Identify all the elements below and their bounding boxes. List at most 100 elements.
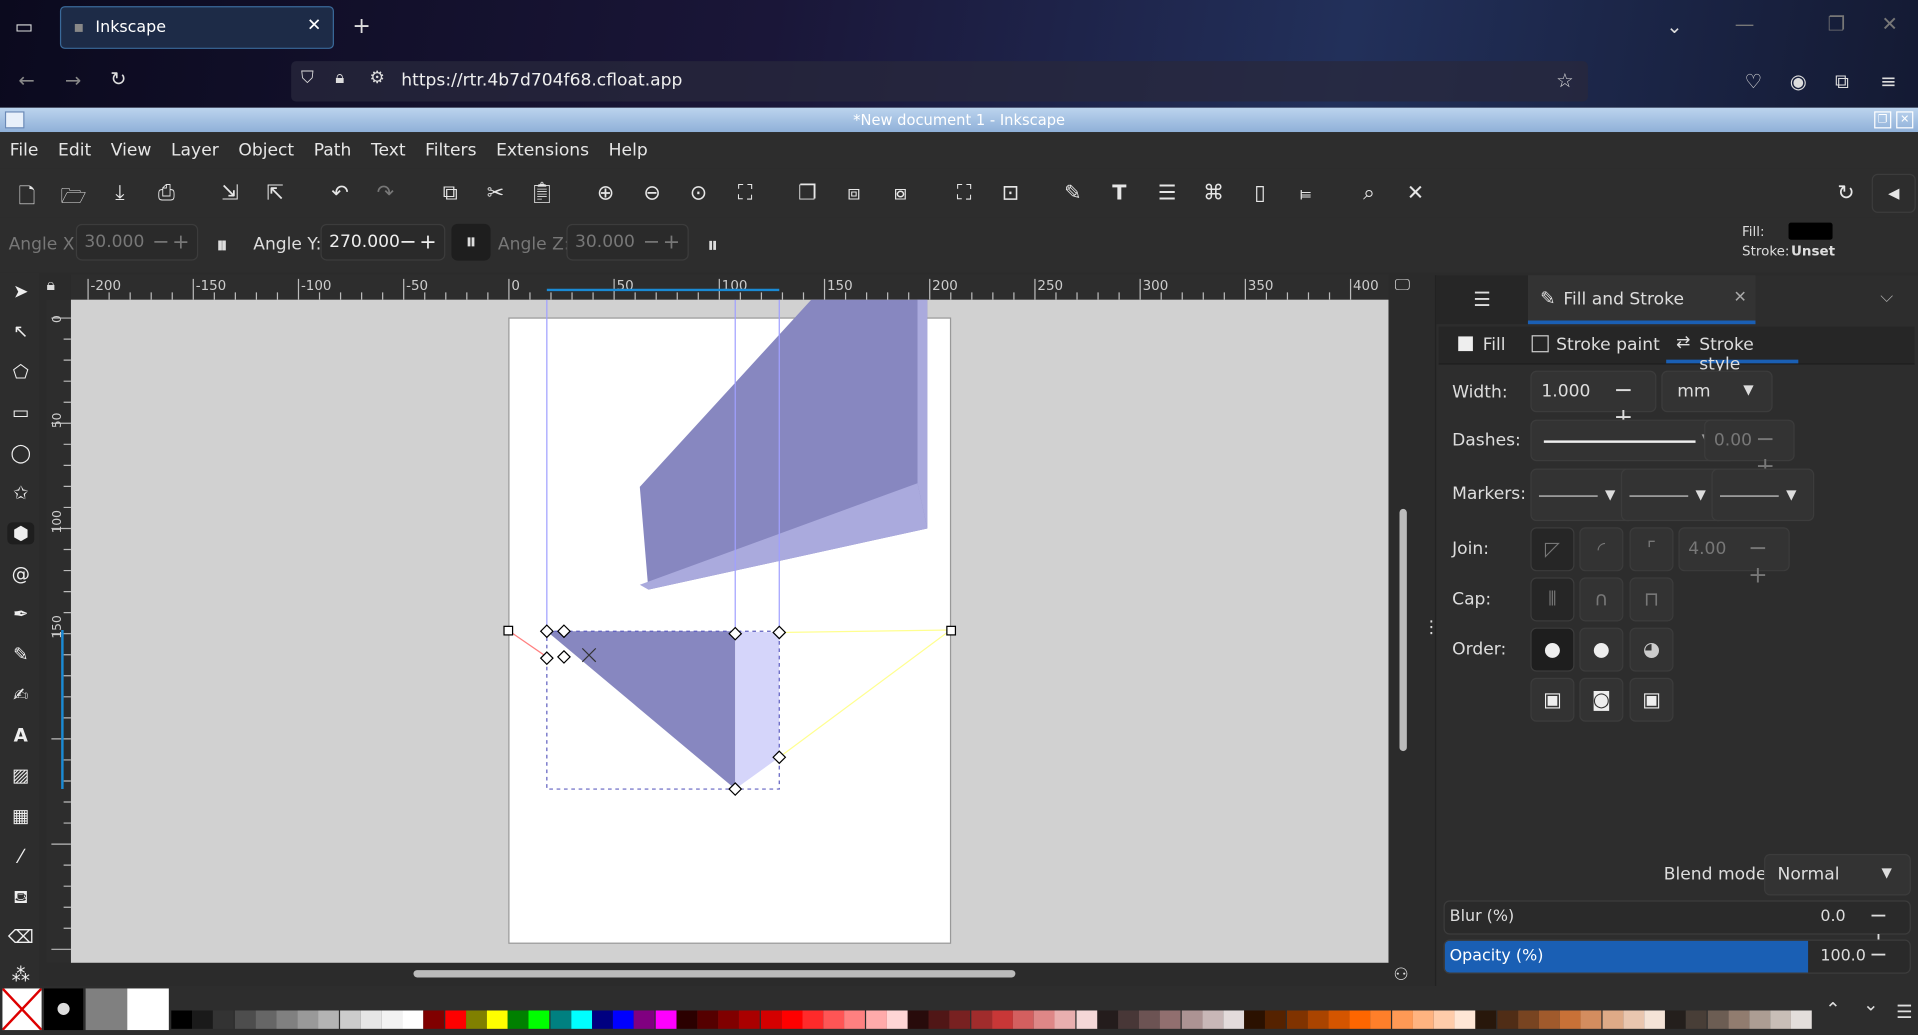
stroke-indicator-value[interactable]: Unset bbox=[1791, 243, 1835, 259]
palette-swatch[interactable] bbox=[423, 1010, 445, 1029]
palette-swatch[interactable] bbox=[1770, 1010, 1792, 1029]
palette-swatch[interactable] bbox=[550, 1010, 571, 1029]
palette-swatch[interactable] bbox=[192, 1010, 214, 1029]
open-icon[interactable]: 🗁 bbox=[60, 181, 87, 216]
bookmark-star-icon[interactable]: ☆ bbox=[1556, 69, 1574, 92]
palette-swatch[interactable] bbox=[613, 1010, 634, 1029]
menu-file[interactable]: File bbox=[0, 141, 48, 161]
angle-y-vp-toggle[interactable]: ⏸ bbox=[451, 223, 491, 261]
miter-limit-stepper[interactable]: −+ bbox=[1748, 535, 1788, 589]
undo-icon[interactable]: ↶ bbox=[327, 181, 354, 205]
palette-swatch[interactable] bbox=[970, 1010, 992, 1029]
window-menu-icon[interactable] bbox=[4, 111, 25, 129]
palette-swatch[interactable] bbox=[360, 1010, 382, 1029]
redo-icon[interactable]: ↷ bbox=[372, 181, 399, 205]
mesh-tool-icon[interactable]: ▦ bbox=[7, 805, 34, 827]
forward-icon[interactable]: → bbox=[65, 69, 81, 92]
order-markers-fill-stroke-button[interactable]: ▣ bbox=[1530, 677, 1575, 722]
blend-mode-select[interactable]: Normal ▼ bbox=[1764, 853, 1911, 896]
menu-extensions[interactable]: Extensions bbox=[486, 141, 599, 161]
angle-x-input[interactable]: 30.000 −+ bbox=[75, 223, 199, 261]
app-menu-icon[interactable]: ≡ bbox=[1880, 70, 1896, 93]
palette-swatch[interactable] bbox=[928, 1010, 950, 1029]
tab-fill-and-stroke[interactable]: ✎ Fill and Stroke ✕ bbox=[1527, 275, 1756, 325]
palette-swatch[interactable] bbox=[1349, 1010, 1371, 1029]
join-bevel-button[interactable]: ◸ bbox=[1530, 527, 1575, 572]
cap-square-button[interactable]: ⊓ bbox=[1629, 577, 1674, 622]
angle-x-vp-toggle[interactable]: ⏸ bbox=[217, 232, 228, 258]
layers-icon[interactable]: ☰ bbox=[1154, 181, 1181, 205]
browser-tab[interactable]: ▪ Inkscape ✕ bbox=[59, 6, 334, 49]
ellipse-tool-icon[interactable]: ◯ bbox=[7, 442, 34, 464]
dropper-tool-icon[interactable]: ⁄ bbox=[7, 845, 34, 867]
palette-swatch[interactable] bbox=[1286, 1010, 1308, 1029]
horizontal-scrollbar[interactable] bbox=[413, 970, 1016, 978]
palette-swatch[interactable] bbox=[1160, 1010, 1182, 1029]
subtab-stroke-style[interactable]: ⇄ Stroke style bbox=[1666, 327, 1799, 374]
width-input[interactable]: 1.000 −+ bbox=[1530, 370, 1657, 431]
order-stroke-markers-fill-button[interactable]: ◙ bbox=[1579, 677, 1624, 722]
palette-swatch[interactable] bbox=[1244, 1010, 1266, 1029]
angle-z-input[interactable]: 30.000 −+ bbox=[566, 223, 689, 261]
new-document-icon[interactable]: 🗋 bbox=[13, 181, 40, 216]
new-tab-icon[interactable]: + bbox=[352, 13, 370, 39]
palette-swatch[interactable] bbox=[1139, 1010, 1160, 1029]
drawing-canvas[interactable] bbox=[70, 288, 1389, 963]
menu-path[interactable]: Path bbox=[304, 141, 361, 161]
palette-swatch[interactable] bbox=[318, 1010, 340, 1029]
text-tool-icon[interactable]: A bbox=[7, 724, 34, 746]
palette-swatch[interactable] bbox=[865, 1010, 887, 1029]
palette-swatch[interactable] bbox=[991, 1010, 1013, 1029]
palette-swatch[interactable] bbox=[697, 1010, 719, 1029]
palette-swatch[interactable] bbox=[1391, 1010, 1413, 1029]
menu-object[interactable]: Object bbox=[229, 141, 304, 161]
find-icon[interactable]: ⌕ bbox=[1355, 181, 1382, 205]
palette-swatch[interactable] bbox=[1223, 1010, 1245, 1029]
opacity-slider[interactable]: Opacity (%) 100.0 −+ bbox=[1443, 939, 1911, 974]
node-tool-icon[interactable]: ↖ bbox=[7, 321, 34, 343]
menu-help[interactable]: Help bbox=[599, 141, 658, 161]
eraser-tool-icon[interactable]: ⌫ bbox=[7, 926, 34, 948]
close-window-icon[interactable]: ✕ bbox=[1881, 12, 1897, 35]
palette-swatch[interactable] bbox=[571, 1010, 592, 1029]
text-font-icon[interactable]: T bbox=[1106, 181, 1133, 205]
menu-filters[interactable]: Filters bbox=[415, 141, 486, 161]
palette-swatch[interactable] bbox=[297, 1010, 319, 1029]
palette-swatch[interactable] bbox=[1559, 1010, 1581, 1029]
palette-swatch[interactable] bbox=[1181, 1010, 1203, 1029]
vertical-scrollbar[interactable] bbox=[1399, 508, 1407, 752]
palette-swatch[interactable] bbox=[1496, 1010, 1518, 1029]
palette-swatch[interactable] bbox=[844, 1010, 866, 1029]
zoom-drawing-icon[interactable]: ⊖ bbox=[639, 181, 666, 205]
palette-swatch[interactable] bbox=[655, 1010, 677, 1029]
duplicate-icon[interactable]: ❐ bbox=[794, 181, 821, 205]
palette-scroll-up-icon[interactable]: ⌃ bbox=[1825, 998, 1840, 1020]
order-fill-stroke-markers-button[interactable]: ● bbox=[1530, 627, 1575, 672]
back-icon[interactable]: ← bbox=[18, 69, 34, 92]
close-tab-icon[interactable]: ✕ bbox=[1733, 289, 1746, 307]
align-icon[interactable]: ⫢ bbox=[1292, 181, 1319, 205]
menu-view[interactable]: View bbox=[101, 141, 161, 161]
snap-popover-button[interactable]: ◀ bbox=[1871, 173, 1916, 213]
dash-offset-input[interactable]: 0.00 −+ bbox=[1704, 419, 1795, 480]
palette-menu-icon[interactable]: ☰ bbox=[1896, 1001, 1912, 1023]
fill-swatch[interactable] bbox=[1788, 222, 1833, 240]
menu-edit[interactable]: Edit bbox=[48, 141, 101, 161]
start-marker-select[interactable]: ▼ bbox=[1530, 468, 1635, 522]
palette-swatch[interactable] bbox=[528, 1010, 550, 1029]
opacity-stepper[interactable]: −+ bbox=[1869, 942, 1909, 973]
ungroup-icon[interactable]: ⊡ bbox=[997, 181, 1024, 205]
pencil-tool-icon[interactable]: ✎ bbox=[7, 643, 34, 665]
permissions-icon[interactable]: ⚙ bbox=[369, 69, 384, 89]
xml-editor-icon[interactable]: ⌘ bbox=[1200, 181, 1227, 205]
import-icon[interactable]: ⇲ bbox=[217, 181, 244, 205]
white-swatch[interactable] bbox=[127, 988, 169, 1031]
spray-tool-icon[interactable]: ⁂ bbox=[7, 964, 34, 986]
unlink-clone-icon[interactable]: ⧇ bbox=[887, 181, 914, 205]
palette-swatch[interactable] bbox=[1433, 1010, 1455, 1029]
minimize-icon[interactable]: — bbox=[1735, 12, 1755, 35]
star-tool-icon[interactable]: ✩ bbox=[7, 482, 34, 504]
palette-swatch[interactable] bbox=[1602, 1010, 1623, 1029]
palette-swatch[interactable] bbox=[1202, 1010, 1224, 1029]
palette-swatch[interactable] bbox=[1012, 1010, 1034, 1029]
